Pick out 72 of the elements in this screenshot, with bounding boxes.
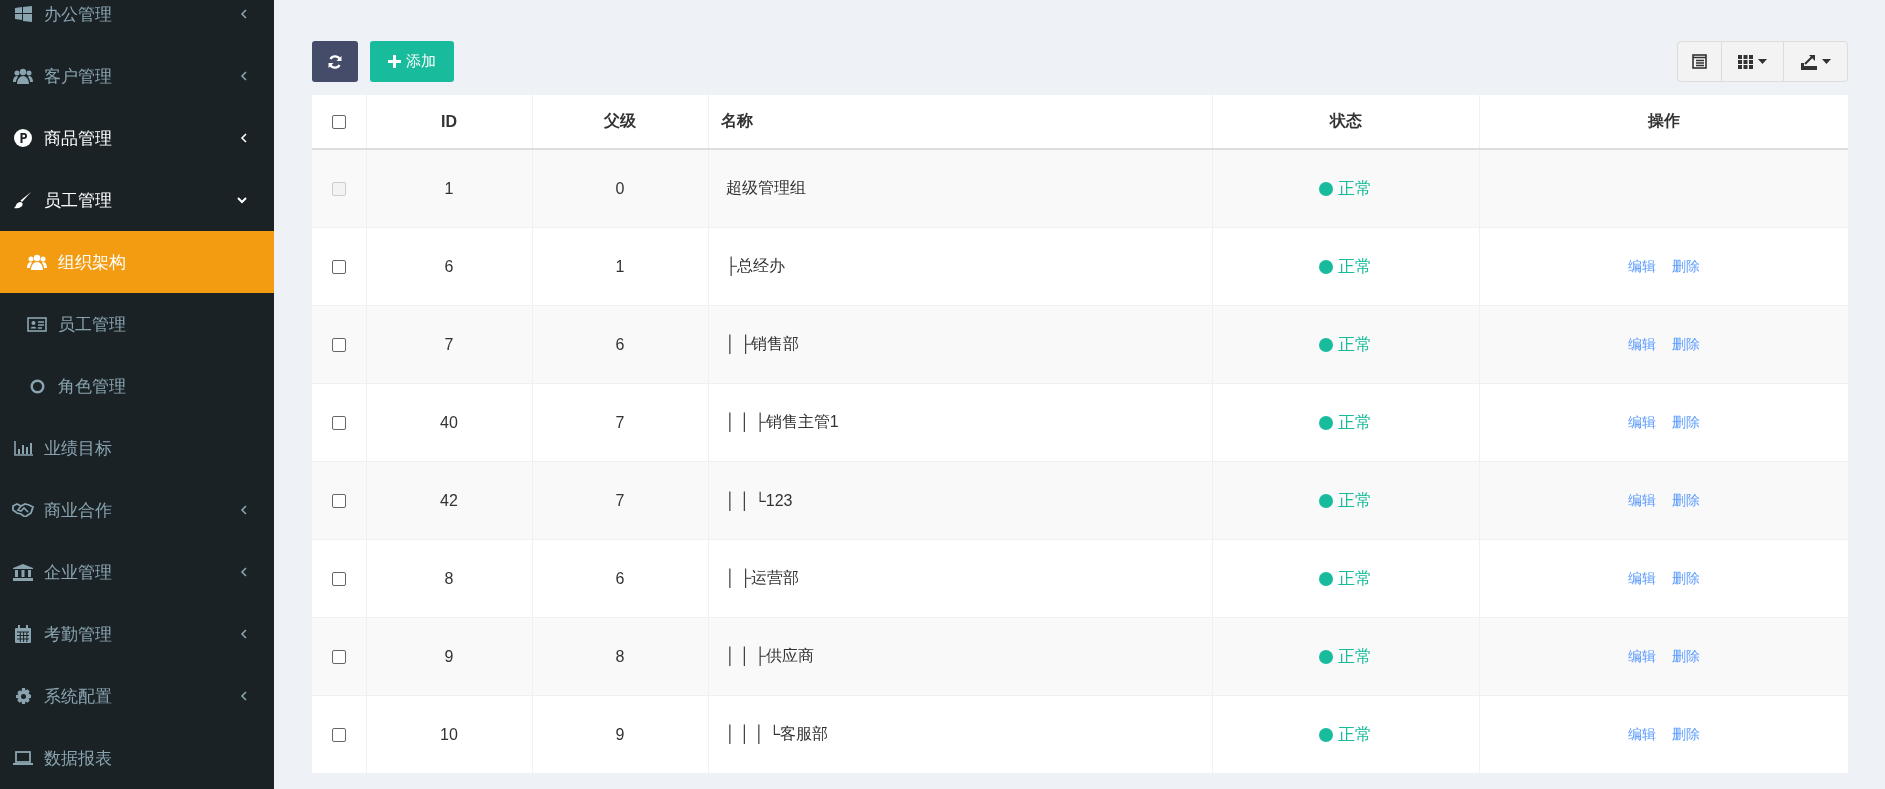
handshake-icon xyxy=(12,503,34,517)
row-checkbox[interactable] xyxy=(331,494,346,509)
sidebar-item[interactable]: 商业合作 xyxy=(0,479,274,541)
p-circle-icon xyxy=(14,129,32,147)
status-label: 正常 xyxy=(1319,411,1372,434)
caret-icon xyxy=(1821,59,1831,64)
users-icon xyxy=(27,254,47,270)
sidebar-item[interactable]: 考勤管理 xyxy=(0,603,274,665)
table-cell: │ │ │ └客服部 xyxy=(708,695,1212,773)
table-cell: 8 xyxy=(532,617,708,696)
plus-icon xyxy=(388,55,401,68)
calendar-icon xyxy=(15,625,31,643)
laptop-icon xyxy=(13,750,33,766)
table-cell: 10 xyxy=(366,695,532,773)
caret-icon xyxy=(1758,59,1767,64)
table-cell: │ ├销售部 xyxy=(708,305,1212,384)
table-cell: 0 xyxy=(532,149,708,228)
users-icon xyxy=(13,68,33,84)
status-label: 正常 xyxy=(1319,489,1372,512)
list-icon xyxy=(1692,54,1707,69)
chevron-left-icon xyxy=(240,132,248,144)
sidebar-subitem[interactable]: 角色管理 xyxy=(0,355,274,417)
settings-icon xyxy=(14,687,32,705)
chevron-down-icon xyxy=(236,196,248,204)
refresh-icon xyxy=(328,54,342,69)
sidebar-item[interactable]: 员工管理 xyxy=(0,169,274,231)
chevron-left-icon xyxy=(240,566,248,578)
chevron-left-icon xyxy=(240,504,248,516)
sidebar-item[interactable]: 数据报表 xyxy=(0,727,274,789)
status-label: 正常 xyxy=(1319,177,1372,200)
export-icon xyxy=(1800,53,1817,70)
bank-icon xyxy=(13,563,33,581)
table-cell: 9 xyxy=(532,695,708,773)
row-checkbox[interactable] xyxy=(331,728,346,743)
status-label: 正常 xyxy=(1319,645,1372,668)
chevron-left-icon xyxy=(240,70,248,82)
paintbrush-icon xyxy=(14,191,32,209)
row-checkbox[interactable] xyxy=(331,338,346,353)
status-label: 正常 xyxy=(1319,723,1372,746)
id-card-icon xyxy=(27,316,47,332)
table-cell: 1 xyxy=(366,149,532,228)
chevron-left-icon xyxy=(240,628,248,640)
circle-icon xyxy=(29,378,45,394)
table-cell: 超级管理组 xyxy=(708,149,1212,228)
chevron-left-icon xyxy=(240,8,248,20)
row-checkbox[interactable] xyxy=(331,572,346,587)
sidebar-item[interactable]: 商品管理 xyxy=(0,107,274,169)
row-checkbox[interactable] xyxy=(331,260,346,275)
table-cell: 42 xyxy=(366,461,532,540)
sidebar-item[interactable]: 客户管理 xyxy=(0,45,274,107)
chevron-left-icon xyxy=(240,690,248,702)
sidebar-item[interactable]: 系统配置 xyxy=(0,665,274,727)
status-label: 正常 xyxy=(1319,255,1372,278)
windows-icon xyxy=(14,6,32,22)
table-cell: │ │ ├供应商 xyxy=(708,617,1212,696)
row-checkbox[interactable] xyxy=(331,650,346,665)
sidebar-item[interactable]: 业绩目标 xyxy=(0,417,274,479)
select-all-checkbox[interactable] xyxy=(331,115,346,130)
table-cell: 6 xyxy=(532,305,708,384)
table-cell: │ │ └123 xyxy=(708,461,1212,540)
table-cell: 7 xyxy=(532,461,708,540)
bar-chart-icon xyxy=(13,440,33,456)
sidebar-item[interactable]: 企业管理 xyxy=(0,541,274,603)
row-checkbox[interactable] xyxy=(331,416,346,431)
table-cell: 7 xyxy=(366,305,532,384)
sidebar-item[interactable]: 办公管理 xyxy=(0,0,274,45)
status-label: 正常 xyxy=(1319,333,1372,356)
table-cell: 9 xyxy=(366,617,532,696)
grid-icon xyxy=(1738,54,1753,69)
sidebar-subitem[interactable]: 员工管理 xyxy=(0,293,274,355)
status-label: 正常 xyxy=(1319,567,1372,590)
refresh-button[interactable] xyxy=(312,41,358,82)
